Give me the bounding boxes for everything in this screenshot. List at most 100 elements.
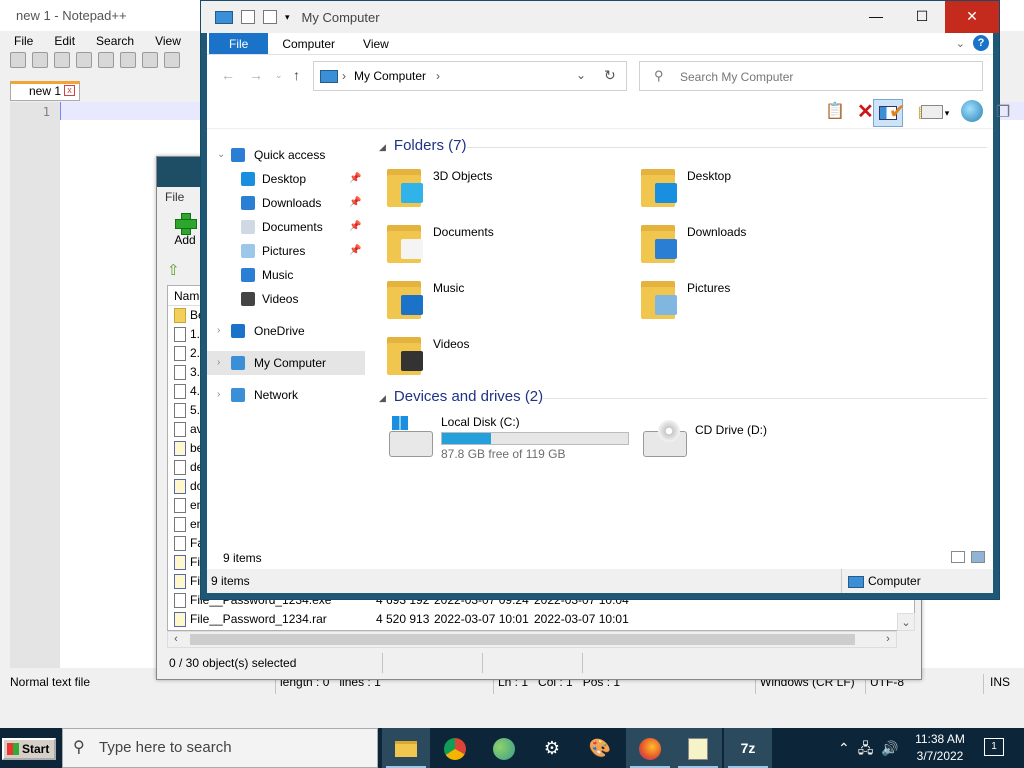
close-button[interactable]: ✕ (945, 1, 999, 33)
address-bar[interactable]: › My Computer › ⌄ ↻ (313, 61, 627, 91)
scroll-right-icon[interactable]: › (880, 632, 896, 647)
breadcrumb-chevron-icon[interactable]: › (436, 69, 440, 83)
start-button[interactable]: Start (2, 738, 56, 760)
folder-up-icon[interactable]: ⇧ (167, 263, 183, 279)
clock[interactable]: 11:38 AM 3/7/2022 (912, 731, 968, 765)
explorer-titlebar[interactable]: ▾ My Computer — ☐ ✕ (201, 1, 999, 33)
collapsed-chevron-icon[interactable]: › (217, 319, 220, 343)
drive-c[interactable]: Local Disk (C:) 87.8 GB free of 119 GB (381, 415, 631, 467)
tree-item-documents[interactable]: Documents 📌 (207, 215, 365, 239)
drives-group-header[interactable]: ◢ Devices and drives (2) (379, 388, 543, 405)
menu-view[interactable]: View (141, 32, 188, 50)
print-icon[interactable] (142, 52, 158, 68)
tree-item-pictures[interactable]: Pictures 📌 (207, 239, 365, 263)
tree-item-videos[interactable]: Videos (207, 287, 365, 311)
paste-icon[interactable]: 📋 (825, 101, 845, 121)
paint-taskbar-icon[interactable]: 🎨 (576, 728, 624, 768)
firefox-taskbar-icon[interactable] (626, 728, 674, 768)
tab-computer[interactable]: Computer (268, 33, 349, 54)
scrollbar-thumb[interactable] (190, 634, 855, 645)
menu-search[interactable]: Search (82, 32, 141, 50)
collapse-icon[interactable]: ◢ (379, 142, 386, 152)
folder-item[interactable]: 3D Objects (381, 165, 621, 215)
tree-item-downloads[interactable]: Downloads 📌 (207, 191, 365, 215)
details-view-icon[interactable] (951, 551, 965, 563)
taskbar-search[interactable]: ⚲ Type here to search (62, 728, 378, 768)
collapse-icon[interactable]: ◢ (379, 393, 386, 403)
expanded-chevron-icon[interactable]: ⌄ (217, 143, 225, 167)
refresh-icon[interactable]: ↻ (604, 67, 616, 84)
add-button[interactable]: Add (165, 213, 205, 253)
forward-icon[interactable]: → (249, 67, 263, 83)
rename-icon[interactable] (921, 105, 943, 119)
minimize-button[interactable]: — (853, 1, 899, 33)
close-tab-icon[interactable]: x (64, 85, 75, 96)
notification-center-icon[interactable]: 1 (984, 738, 1004, 756)
scroll-down-button[interactable]: ⌄ (897, 613, 915, 631)
folder-item[interactable]: Videos (381, 333, 621, 383)
scroll-left-icon[interactable]: ‹ (168, 632, 184, 647)
help-icon[interactable]: ? (973, 35, 989, 51)
windows-logo-icon (7, 743, 19, 755)
file-explorer-taskbar-icon[interactable] (382, 728, 430, 768)
breadcrumb-chevron-icon[interactable]: › (342, 69, 346, 83)
tree-item-network[interactable]: › Network (207, 383, 365, 407)
back-icon[interactable]: ← (221, 67, 235, 83)
folder-item[interactable]: Pictures (635, 277, 875, 327)
tab-file[interactable]: File (209, 33, 269, 54)
folder-item[interactable]: Desktop (635, 165, 875, 215)
volume-icon[interactable]: 🔊 (881, 728, 898, 768)
table-row[interactable]: File__Password_1234.rar 4 520 913 2022-03-… (168, 610, 914, 629)
sevenzip-taskbar-icon[interactable]: 7z (724, 728, 772, 768)
breadcrumb-my-computer[interactable]: My Computer (354, 69, 426, 83)
close-file-icon[interactable] (98, 52, 114, 68)
tree-item-desktop[interactable]: Desktop 📌 (207, 167, 365, 191)
settings-taskbar-icon[interactable]: ⚙ (528, 728, 576, 768)
horizontal-scrollbar[interactable]: ‹ › (167, 631, 897, 648)
tree-item-music[interactable]: Music (207, 263, 365, 287)
clock-date: 3/7/2022 (916, 749, 964, 763)
folder-item[interactable]: Downloads (635, 221, 875, 271)
menu-file[interactable]: File (0, 32, 40, 50)
search-box[interactable]: ⚲ Search My Computer (639, 61, 983, 91)
recent-locations-icon[interactable]: ⌄ (275, 70, 283, 81)
collapsed-chevron-icon[interactable]: › (217, 351, 220, 375)
large-icons-view-icon[interactable] (971, 551, 985, 563)
drive-d[interactable]: CD Drive (D:) (635, 415, 885, 467)
chrome-taskbar-icon[interactable] (431, 728, 479, 768)
copy-icon[interactable]: ❐ (991, 101, 1015, 125)
open-file-icon[interactable] (32, 52, 48, 68)
new-file-icon[interactable] (10, 52, 26, 68)
delete-icon[interactable]: ✕ (857, 99, 874, 124)
tab-new1[interactable]: new 1x (10, 81, 80, 101)
status-zone: Computer (868, 574, 921, 588)
tree-item-onedrive[interactable]: › OneDrive (207, 319, 365, 343)
properties-check-icon[interactable]: ✔ (889, 99, 906, 124)
tree-item-quick-access[interactable]: ⌄ Quick access (207, 143, 365, 167)
window-title: new 1 - Notepad++ (16, 8, 127, 23)
save-all-icon[interactable] (76, 52, 92, 68)
address-dropdown-icon[interactable]: ⌄ (576, 68, 586, 82)
folder-item[interactable]: Documents (381, 221, 621, 271)
show-hidden-icons-icon[interactable]: ⌃ (838, 728, 850, 768)
folders-group-header[interactable]: ◢ Folders (7) (379, 137, 466, 154)
network-icon[interactable]: 🖧 (858, 728, 874, 768)
collapsed-chevron-icon[interactable]: › (217, 383, 220, 407)
sevenzip-menu-file[interactable]: File (165, 190, 184, 204)
clock-time: 11:38 AM (915, 732, 965, 746)
folder-item[interactable]: Music (381, 277, 621, 327)
globe-icon[interactable] (961, 100, 983, 122)
tree-item-my-computer[interactable]: › My Computer (207, 351, 365, 375)
menu-edit[interactable]: Edit (40, 32, 82, 50)
up-icon[interactable]: ↑ (293, 67, 300, 83)
notepad-plus-plus-taskbar-icon[interactable] (674, 728, 722, 768)
close-all-icon[interactable] (120, 52, 136, 68)
edge-taskbar-icon[interactable] (480, 728, 528, 768)
maximize-button[interactable]: ☐ (899, 1, 945, 33)
save-icon[interactable] (54, 52, 70, 68)
cut-icon[interactable] (164, 52, 180, 68)
new-folder-icon[interactable] (263, 10, 277, 24)
properties-icon[interactable] (241, 10, 255, 24)
expand-ribbon-icon[interactable]: ⌄ (956, 33, 965, 55)
tab-view[interactable]: View (349, 33, 403, 54)
